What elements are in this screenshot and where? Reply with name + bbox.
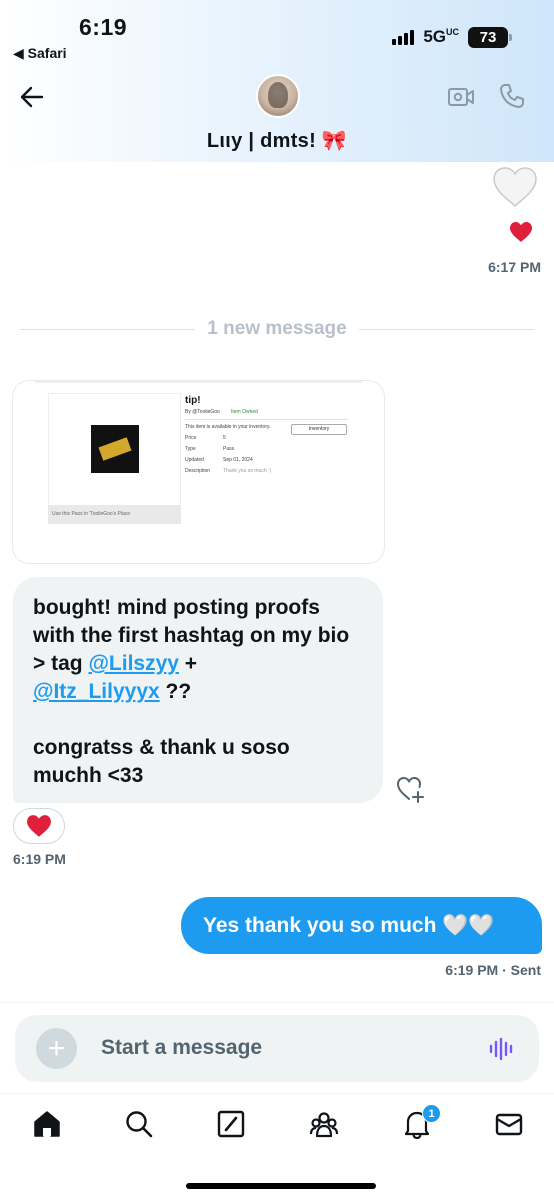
message-status: 6:19 PM · Sent: [445, 962, 541, 978]
outgoing-message-bubble[interactable]: Yes thank you so much 🤍🤍: [181, 897, 542, 954]
arrow-left-icon[interactable]: [18, 83, 46, 111]
white-heart-emoji: [493, 167, 537, 208]
item-title: tip!: [185, 395, 201, 406]
type-value: Pass: [223, 446, 235, 452]
description-value: Thank you so much :): [223, 468, 272, 474]
home-icon[interactable]: [32, 1109, 62, 1139]
communities-icon[interactable]: [309, 1109, 339, 1139]
home-indicator: [186, 1183, 376, 1189]
inventory-button: Inventory: [291, 424, 347, 435]
message-timestamp: 6:17 PM: [488, 259, 541, 275]
item-caption: Use this Pass in 'ToolieGoo's Place: [48, 505, 181, 524]
item-owned-label: Item Owned: [231, 409, 258, 415]
status-indicators: 5GUC 73: [392, 26, 512, 48]
voice-message-icon[interactable]: [489, 1037, 515, 1061]
mention-link[interactable]: @Itz_Lilyyyx: [33, 680, 160, 703]
item-thumbnail: [91, 425, 139, 473]
add-reaction-icon[interactable]: [395, 774, 425, 804]
updated-label: Updated: [185, 457, 204, 463]
phone-icon[interactable]: [498, 82, 526, 110]
battery-icon: 73: [468, 26, 512, 48]
image-attachment[interactable]: Use this Pass in 'ToolieGoo's Place tip!…: [13, 381, 384, 563]
grok-icon[interactable]: [216, 1109, 246, 1139]
red-heart-reaction-icon[interactable]: [509, 221, 533, 243]
cellular-signal-icon: [392, 29, 415, 45]
message-composer[interactable]: + Start a message: [15, 1015, 539, 1082]
incoming-message-bubble[interactable]: bought! mind posting proofs with the fir…: [13, 577, 383, 803]
network-type: 5GUC: [423, 27, 459, 46]
message-reaction[interactable]: [13, 808, 65, 844]
item-available-text: This item is available in your inventory…: [185, 424, 271, 430]
red-heart-icon: [27, 815, 51, 837]
contact-name[interactable]: Lιιу | dmts! 🎀: [0, 128, 554, 153]
back-to-safari-link[interactable]: ◀ Safari: [13, 45, 67, 62]
contact-avatar[interactable]: [256, 74, 300, 118]
add-media-button[interactable]: +: [36, 1028, 77, 1069]
message-text: Yes thank you so much 🤍🤍: [203, 913, 495, 937]
item-creator: By @ToolieGoo: [185, 409, 220, 415]
notifications-badge: 1: [422, 1104, 441, 1123]
message-timestamp: 6:19 PM: [13, 851, 66, 867]
updated-value: Sep 01, 2024: [223, 457, 253, 463]
type-label: Type: [185, 446, 196, 452]
video-camera-icon[interactable]: [447, 84, 475, 110]
description-label: Description: [185, 468, 211, 474]
price-value: 5: [223, 435, 226, 441]
mention-link[interactable]: @Lilszyy: [88, 652, 179, 675]
message-input[interactable]: Start a message: [101, 1036, 262, 1060]
price-label: Price: [185, 435, 197, 441]
new-message-divider: 1 new message: [20, 318, 535, 340]
status-time: 6:19: [79, 14, 128, 40]
message-text: congratss & thank u soso muchh <33: [33, 736, 290, 787]
search-icon[interactable]: [124, 1109, 154, 1139]
divider-label: 1 new message: [207, 318, 347, 339]
messages-envelope-icon[interactable]: [494, 1109, 524, 1139]
